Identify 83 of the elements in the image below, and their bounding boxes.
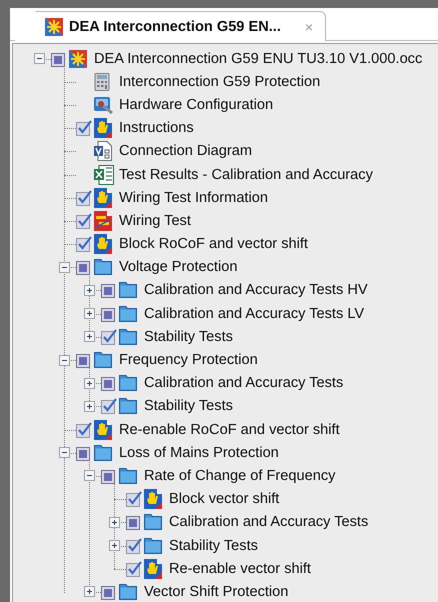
hand-document-icon <box>144 558 162 579</box>
tree-item[interactable]: Calibration and Accuracy Tests LV <box>144 306 364 322</box>
hand-document-icon <box>94 118 112 138</box>
checkbox[interactable] <box>101 468 117 484</box>
checkbox[interactable] <box>76 422 92 438</box>
collapse-icon[interactable] <box>58 447 70 458</box>
tree-item[interactable]: Instructions <box>119 120 194 136</box>
expand-icon[interactable] <box>84 284 94 296</box>
tree-item[interactable]: Calibration and Accuracy Tests <box>169 514 368 530</box>
checkbox[interactable] <box>101 584 117 600</box>
tree-item[interactable]: Re-enable RoCoF and vector shift <box>119 422 340 438</box>
expand-icon[interactable] <box>108 516 120 528</box>
tree-item[interactable]: Voltage Protection <box>119 259 238 276</box>
checkbox[interactable] <box>101 306 117 322</box>
tree-item[interactable]: Re-enable vector shift <box>169 560 311 577</box>
folder-icon <box>119 398 137 414</box>
expand-icon[interactable] <box>84 331 94 342</box>
checkbox[interactable] <box>51 50 67 67</box>
checkbox[interactable] <box>76 444 92 461</box>
hand-document-icon <box>94 188 112 208</box>
hand-document-icon <box>94 234 112 254</box>
wiring-document-icon <box>94 210 112 231</box>
tree-item[interactable]: Rate of Change of Frequency <box>144 468 336 484</box>
collapse-icon[interactable] <box>58 262 70 273</box>
app-logo-icon <box>69 50 87 68</box>
tree-item[interactable]: Block RoCoF and vector shift <box>119 236 308 252</box>
checkbox[interactable] <box>76 212 92 229</box>
tree-item[interactable]: Calibration and Accuracy Tests <box>144 375 344 392</box>
tree-item[interactable]: Stability Tests <box>144 328 233 345</box>
checkbox[interactable] <box>76 352 92 368</box>
folder-icon <box>119 306 137 322</box>
tree-item[interactable]: Stability Tests <box>169 538 258 554</box>
hand-document-icon <box>144 489 162 510</box>
calculator-icon <box>94 72 110 91</box>
hand-document-icon <box>94 420 112 440</box>
checkbox[interactable] <box>101 398 117 414</box>
tree-item[interactable]: Wiring Test <box>119 212 191 229</box>
checkbox[interactable] <box>76 190 92 206</box>
folder-icon <box>144 514 162 530</box>
folder-icon <box>119 468 137 484</box>
tree-item[interactable]: Interconnection G59 Protection <box>119 74 320 90</box>
tree-item[interactable]: Connection Diagram <box>119 143 252 160</box>
folder-icon <box>94 444 112 461</box>
tree-item[interactable]: Block vector shift <box>169 491 280 508</box>
collapse-icon[interactable] <box>34 53 44 64</box>
tree-item[interactable]: Stability Tests <box>144 398 233 414</box>
diagram-document-icon <box>94 141 112 162</box>
checkbox[interactable] <box>76 120 92 136</box>
tree-item[interactable]: Calibration and Accuracy Tests HV <box>144 282 368 298</box>
checkbox[interactable] <box>126 514 142 530</box>
collapse-icon[interactable] <box>58 354 70 366</box>
expand-icon[interactable] <box>84 400 94 412</box>
document-tab[interactable]: DEA Interconnection G59 EN... × <box>14 11 326 41</box>
expand-icon[interactable] <box>84 308 94 320</box>
tree-item[interactable]: Vector Shift Protection <box>144 584 288 600</box>
checkbox[interactable] <box>126 491 142 508</box>
folder-icon <box>119 375 137 392</box>
checkbox[interactable] <box>126 560 142 577</box>
expand-icon[interactable] <box>84 378 94 389</box>
folder-icon <box>119 282 137 298</box>
checkbox[interactable] <box>101 328 117 345</box>
tree-item[interactable]: DEA Interconnection G59 ENU TU3.10 V1.000.occ <box>94 50 422 67</box>
folder-icon <box>144 538 162 554</box>
tree-item[interactable]: Wiring Test Information <box>119 190 268 206</box>
folder-icon <box>119 584 137 600</box>
app-logo-icon <box>45 18 63 36</box>
tree-item[interactable]: Frequency Protection <box>119 352 258 368</box>
folder-icon <box>119 328 137 345</box>
expand-icon[interactable] <box>108 540 120 552</box>
checkbox[interactable] <box>126 538 142 554</box>
folder-icon <box>94 352 112 368</box>
expand-icon[interactable] <box>84 586 94 598</box>
tree-item[interactable]: Loss of Mains Protection <box>119 444 279 461</box>
tree-item[interactable]: Test Results - Calibration and Accuracy <box>119 166 373 183</box>
folder-icon <box>94 259 112 276</box>
spreadsheet-icon <box>94 164 114 185</box>
collapse-icon[interactable] <box>84 470 94 482</box>
checkbox[interactable] <box>101 375 117 392</box>
wrench-icon <box>94 96 114 114</box>
checkbox[interactable] <box>76 259 92 276</box>
tree-item[interactable]: Hardware Configuration <box>119 96 274 113</box>
checkbox[interactable] <box>76 236 92 252</box>
checkbox[interactable] <box>101 282 117 298</box>
